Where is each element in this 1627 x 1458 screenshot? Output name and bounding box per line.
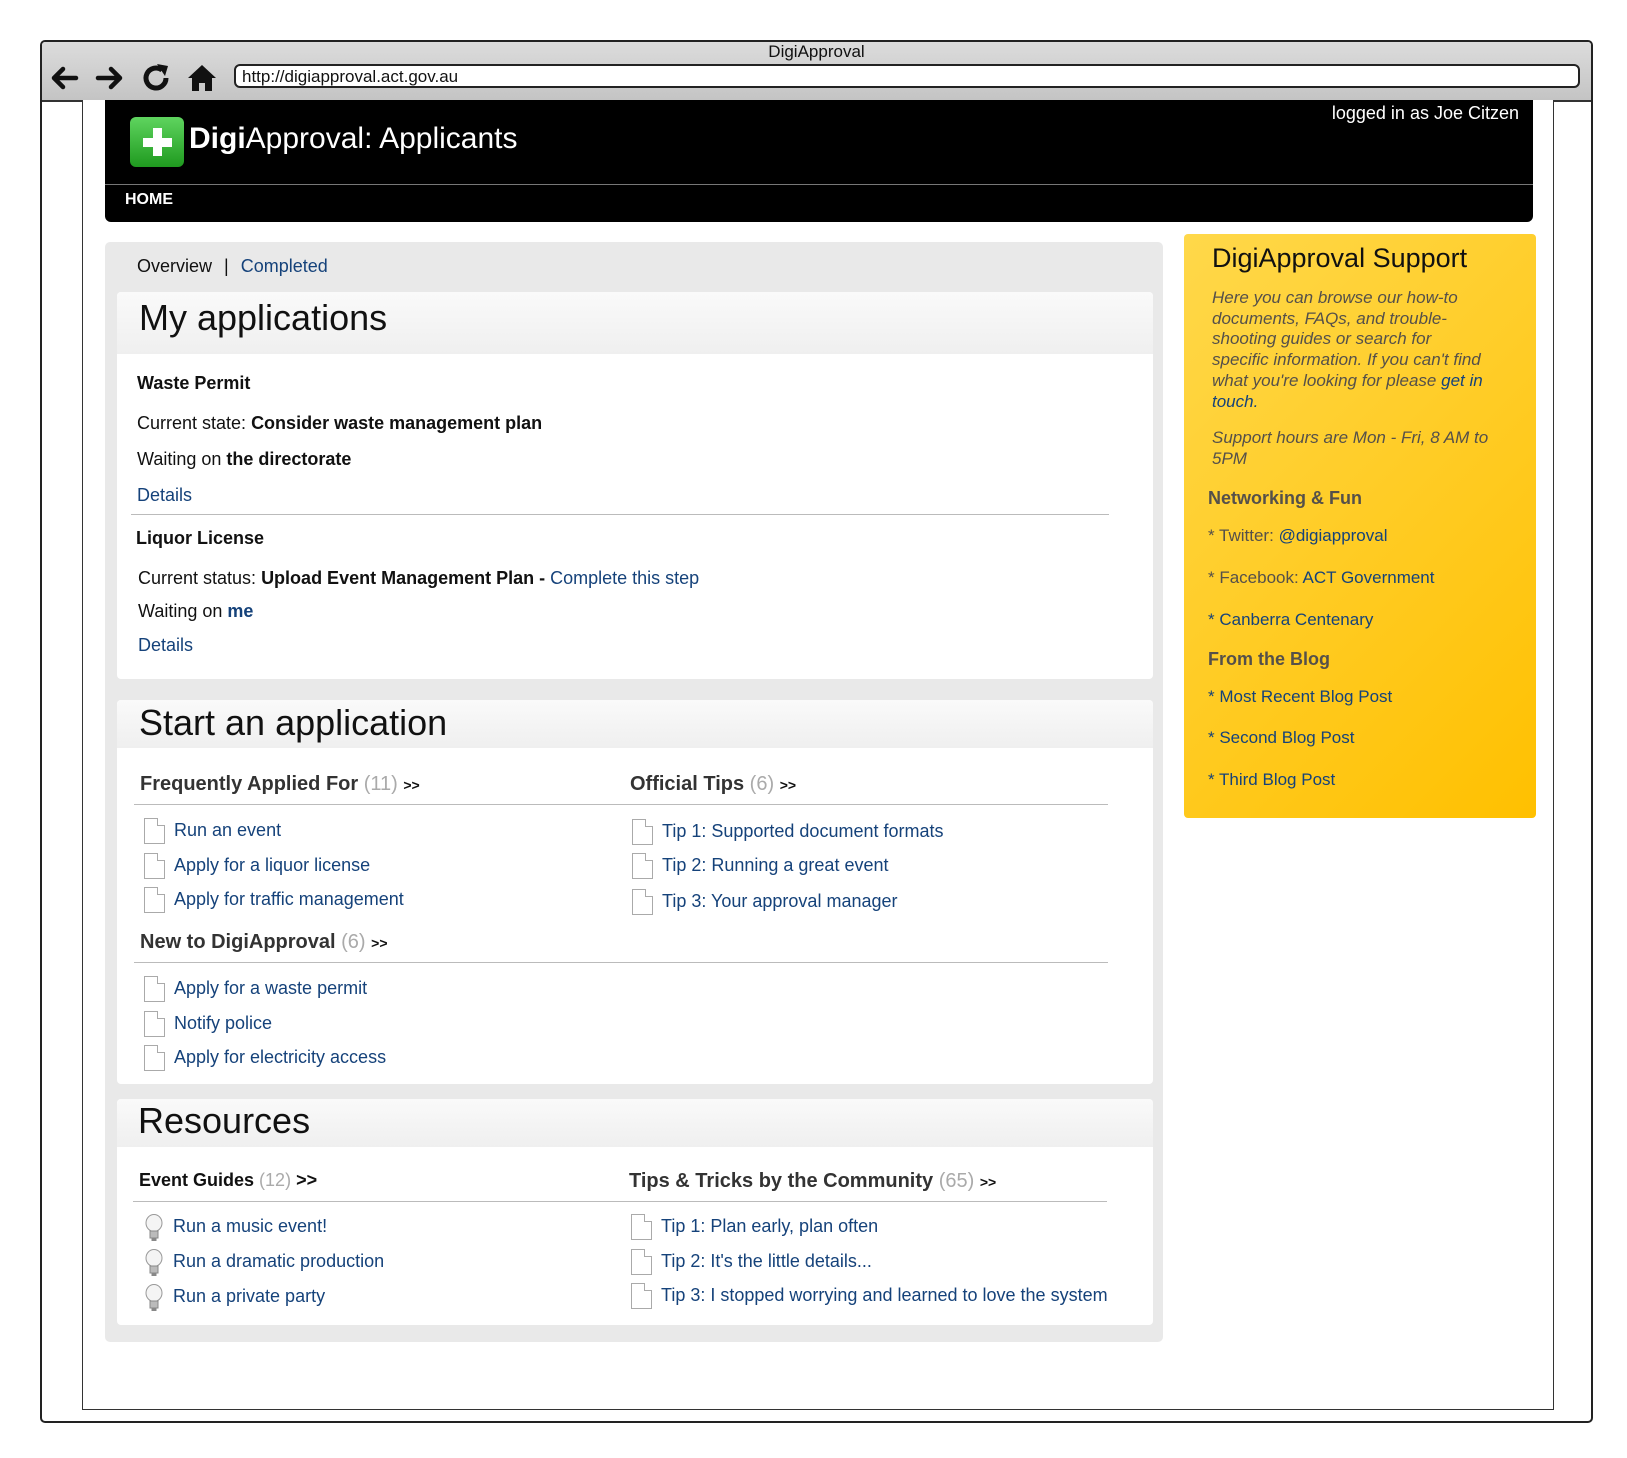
app-title: DigiApproval: Applicants bbox=[189, 122, 518, 155]
document-icon bbox=[144, 1045, 165, 1071]
new-to-heading: New to DigiApproval (6) >> bbox=[140, 931, 388, 953]
panel-title: Start an application bbox=[139, 702, 448, 743]
document-icon bbox=[632, 853, 653, 879]
twitter-link[interactable]: @digiapproval bbox=[1279, 526, 1388, 545]
support-hours: Support hours are Mon - Fri, 8 AM to 5PM bbox=[1212, 428, 1489, 468]
window-title: DigiApproval bbox=[768, 42, 865, 61]
address-bar[interactable]: http://digiapproval.act.gov.au bbox=[234, 64, 1580, 88]
support-title: DigiApproval Support bbox=[1212, 243, 1468, 273]
application-name: Waste Permit bbox=[137, 373, 251, 393]
facebook-link[interactable]: ACT Government bbox=[1303, 568, 1435, 587]
lightbulb-icon bbox=[145, 1214, 163, 1241]
twitter-item: * Twitter: @digiapproval bbox=[1208, 526, 1388, 545]
more-link[interactable]: >> bbox=[780, 777, 796, 793]
logo-plus-icon bbox=[130, 117, 184, 167]
document-icon bbox=[631, 1214, 652, 1240]
waiting-me-link[interactable]: me bbox=[227, 601, 253, 621]
view-tabs: Overview | Completed bbox=[137, 256, 328, 277]
tips-heading: Official Tips (6) >> bbox=[630, 773, 797, 795]
forward-arrow-icon[interactable] bbox=[92, 60, 128, 96]
my-applications-header: My applications bbox=[117, 292, 1153, 354]
blog-post-link[interactable]: * Most Recent Blog Post bbox=[1208, 687, 1392, 707]
site-header: DigiApproval: Applicants logged in as Jo… bbox=[105, 100, 1533, 222]
blog-heading: From the Blog bbox=[1208, 649, 1330, 669]
document-icon bbox=[631, 1249, 652, 1275]
home-icon[interactable] bbox=[184, 60, 220, 96]
facebook-item: * Facebook: ACT Government bbox=[1208, 568, 1435, 587]
networking-heading: Networking & Fun bbox=[1208, 488, 1362, 508]
document-icon bbox=[144, 853, 165, 879]
more-link[interactable]: >> bbox=[296, 1170, 317, 1190]
support-sidebar: DigiApproval Support Here you can browse… bbox=[1184, 234, 1536, 818]
frequent-heading: Frequently Applied For (11) >> bbox=[140, 773, 420, 795]
panel-title: My applications bbox=[139, 297, 388, 338]
nav-home-link[interactable]: HOME bbox=[125, 191, 173, 209]
community-heading: Tips & Tricks by the Community (65) >> bbox=[629, 1170, 997, 1192]
browser-toolbar: DigiApproval http://digiapproval.act.gov… bbox=[42, 42, 1591, 102]
blog-post-link[interactable]: * Third Blog Post bbox=[1208, 770, 1335, 790]
application-name: Liquor License bbox=[136, 528, 265, 548]
details-link[interactable]: Details bbox=[138, 635, 193, 656]
application-waiting: Waiting on the directorate bbox=[137, 449, 352, 469]
document-icon bbox=[144, 976, 165, 1002]
divider bbox=[133, 1201, 1107, 1202]
my-applications-panel: My applications Waste Permit Current sta… bbox=[117, 292, 1153, 679]
start-application-panel: Start an application Frequently Applied … bbox=[117, 700, 1153, 1084]
complete-step-link[interactable]: Complete this step bbox=[550, 568, 699, 588]
login-status: logged in as Joe Citzen bbox=[1331, 103, 1519, 123]
lightbulb-icon bbox=[145, 1249, 163, 1276]
reload-icon[interactable] bbox=[138, 60, 174, 96]
application-state: Current status: Upload Event Management … bbox=[138, 568, 700, 588]
tab-completed[interactable]: Completed bbox=[241, 256, 328, 276]
application-waiting: Waiting on me bbox=[138, 601, 254, 621]
document-icon bbox=[632, 889, 653, 915]
centenary-link[interactable]: * Canberra Centenary bbox=[1208, 610, 1373, 630]
application-state: Current state: Consider waste management… bbox=[137, 413, 543, 433]
back-arrow-icon[interactable] bbox=[46, 60, 82, 96]
more-link[interactable]: >> bbox=[980, 1174, 996, 1190]
more-link[interactable]: >> bbox=[403, 777, 419, 793]
start-application-header: Start an application bbox=[117, 700, 1153, 748]
document-icon bbox=[144, 1011, 165, 1037]
panel-title: Resources bbox=[138, 1100, 311, 1141]
event-guides-heading: Event Guides (12) >> bbox=[139, 1170, 318, 1190]
document-icon bbox=[144, 818, 165, 844]
tab-separator: | bbox=[224, 256, 229, 276]
header-divider bbox=[105, 184, 1533, 185]
divider bbox=[131, 514, 1109, 515]
browser-window: DigiApproval http://digiapproval.act.gov… bbox=[40, 40, 1593, 1423]
web-page: DigiApproval: Applicants logged in as Jo… bbox=[82, 100, 1554, 1410]
divider bbox=[134, 962, 1108, 963]
blog-post-link[interactable]: * Second Blog Post bbox=[1208, 728, 1354, 748]
document-icon bbox=[144, 887, 165, 913]
resources-header: Resources bbox=[117, 1099, 1153, 1147]
document-icon bbox=[632, 819, 653, 845]
support-description: Here you can browse our how-to documents… bbox=[1212, 288, 1483, 411]
tab-overview[interactable]: Overview bbox=[137, 256, 212, 276]
main-content: Overview | Completed My applications Was… bbox=[105, 242, 1163, 1342]
more-link[interactable]: >> bbox=[371, 935, 387, 951]
details-link[interactable]: Details bbox=[137, 485, 192, 506]
lightbulb-icon bbox=[145, 1284, 163, 1311]
document-icon bbox=[631, 1283, 652, 1309]
resources-panel: Resources Event Guides (12) >> Tips & Tr… bbox=[117, 1099, 1153, 1325]
divider bbox=[134, 804, 1108, 805]
